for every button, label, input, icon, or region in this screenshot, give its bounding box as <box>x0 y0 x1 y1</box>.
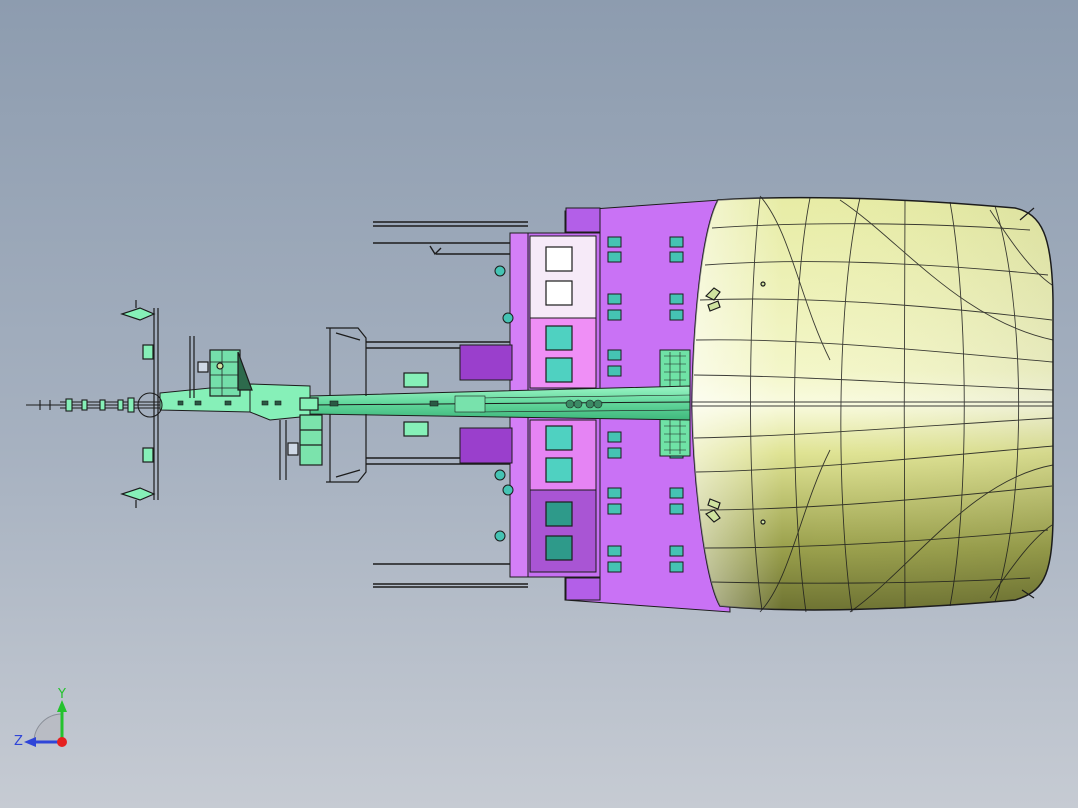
y-axis-label: Y <box>57 687 66 702</box>
ship-model[interactable] <box>0 0 1078 808</box>
bowsprit <box>26 392 163 418</box>
z-axis-arrow <box>24 737 36 747</box>
x-axis-dot <box>57 737 67 747</box>
orientation-triad[interactable]: Y Z <box>0 680 90 760</box>
triad-plane <box>33 713 63 743</box>
yard-arm <box>120 300 159 508</box>
cad-viewport[interactable]: Y Z <box>0 0 1078 808</box>
z-axis-label: Z <box>14 734 23 749</box>
